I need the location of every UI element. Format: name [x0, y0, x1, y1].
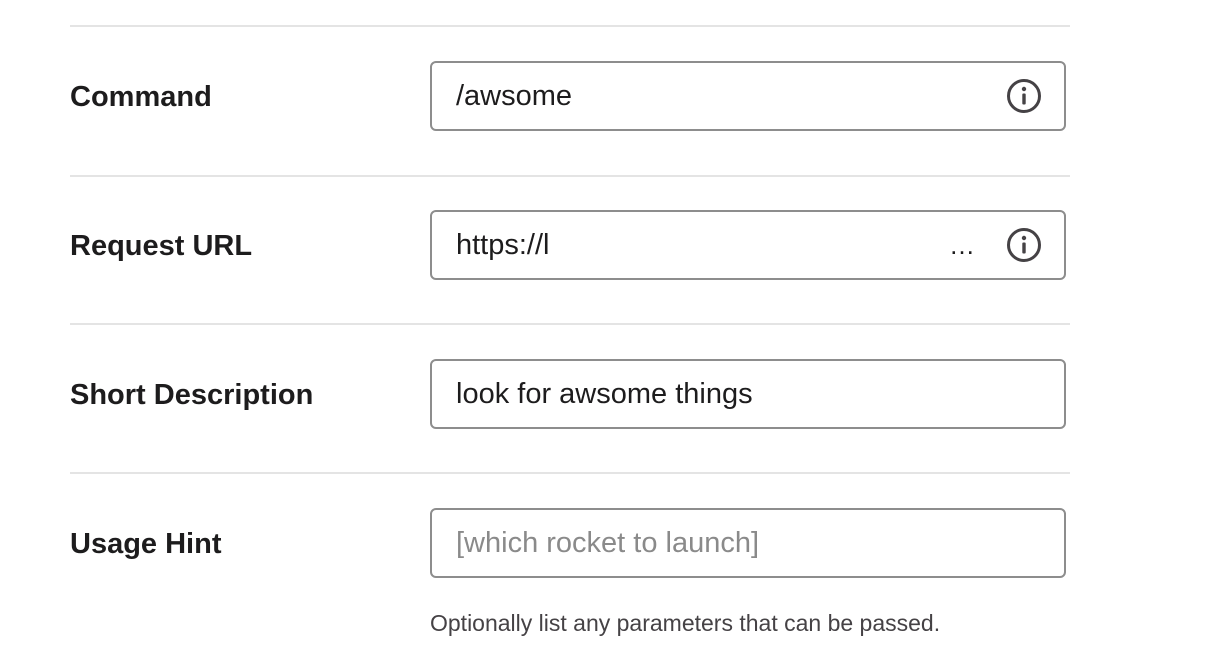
- request-url-field[interactable]: https://l …: [430, 210, 1066, 280]
- usage-hint-placeholder: [which rocket to launch]: [456, 527, 760, 559]
- info-icon[interactable]: [1006, 227, 1042, 263]
- info-icon[interactable]: [1006, 78, 1042, 114]
- request-url-label: Request URL: [70, 230, 253, 262]
- command-label: Command: [70, 81, 212, 113]
- short-description-label: Short Description: [70, 379, 314, 411]
- usage-hint-field[interactable]: [which rocket to launch]: [430, 508, 1066, 578]
- divider: [70, 472, 1070, 474]
- short-description-input-value: look for awsome things: [456, 378, 753, 410]
- divider: [70, 323, 1070, 325]
- short-description-field[interactable]: look for awsome things: [430, 359, 1066, 429]
- divider: [70, 175, 1070, 177]
- request-url-input-value: https://l: [456, 229, 550, 261]
- url-truncation-ellipsis: …: [949, 230, 976, 260]
- command-field[interactable]: /awsome: [430, 61, 1066, 131]
- command-input-value: /awsome: [456, 80, 573, 112]
- divider: [70, 25, 1070, 27]
- usage-hint-help-text: Optionally list any parameters that can …: [430, 610, 941, 636]
- usage-hint-label: Usage Hint: [70, 528, 222, 560]
